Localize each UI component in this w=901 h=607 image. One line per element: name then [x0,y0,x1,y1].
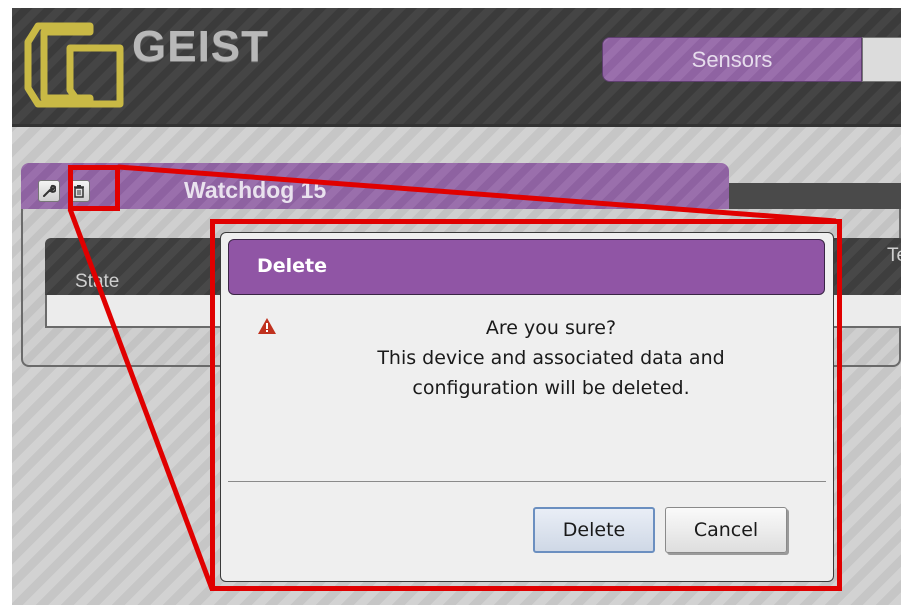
annotation-highlight-small [68,165,120,211]
annotation-highlight-large [210,219,842,591]
